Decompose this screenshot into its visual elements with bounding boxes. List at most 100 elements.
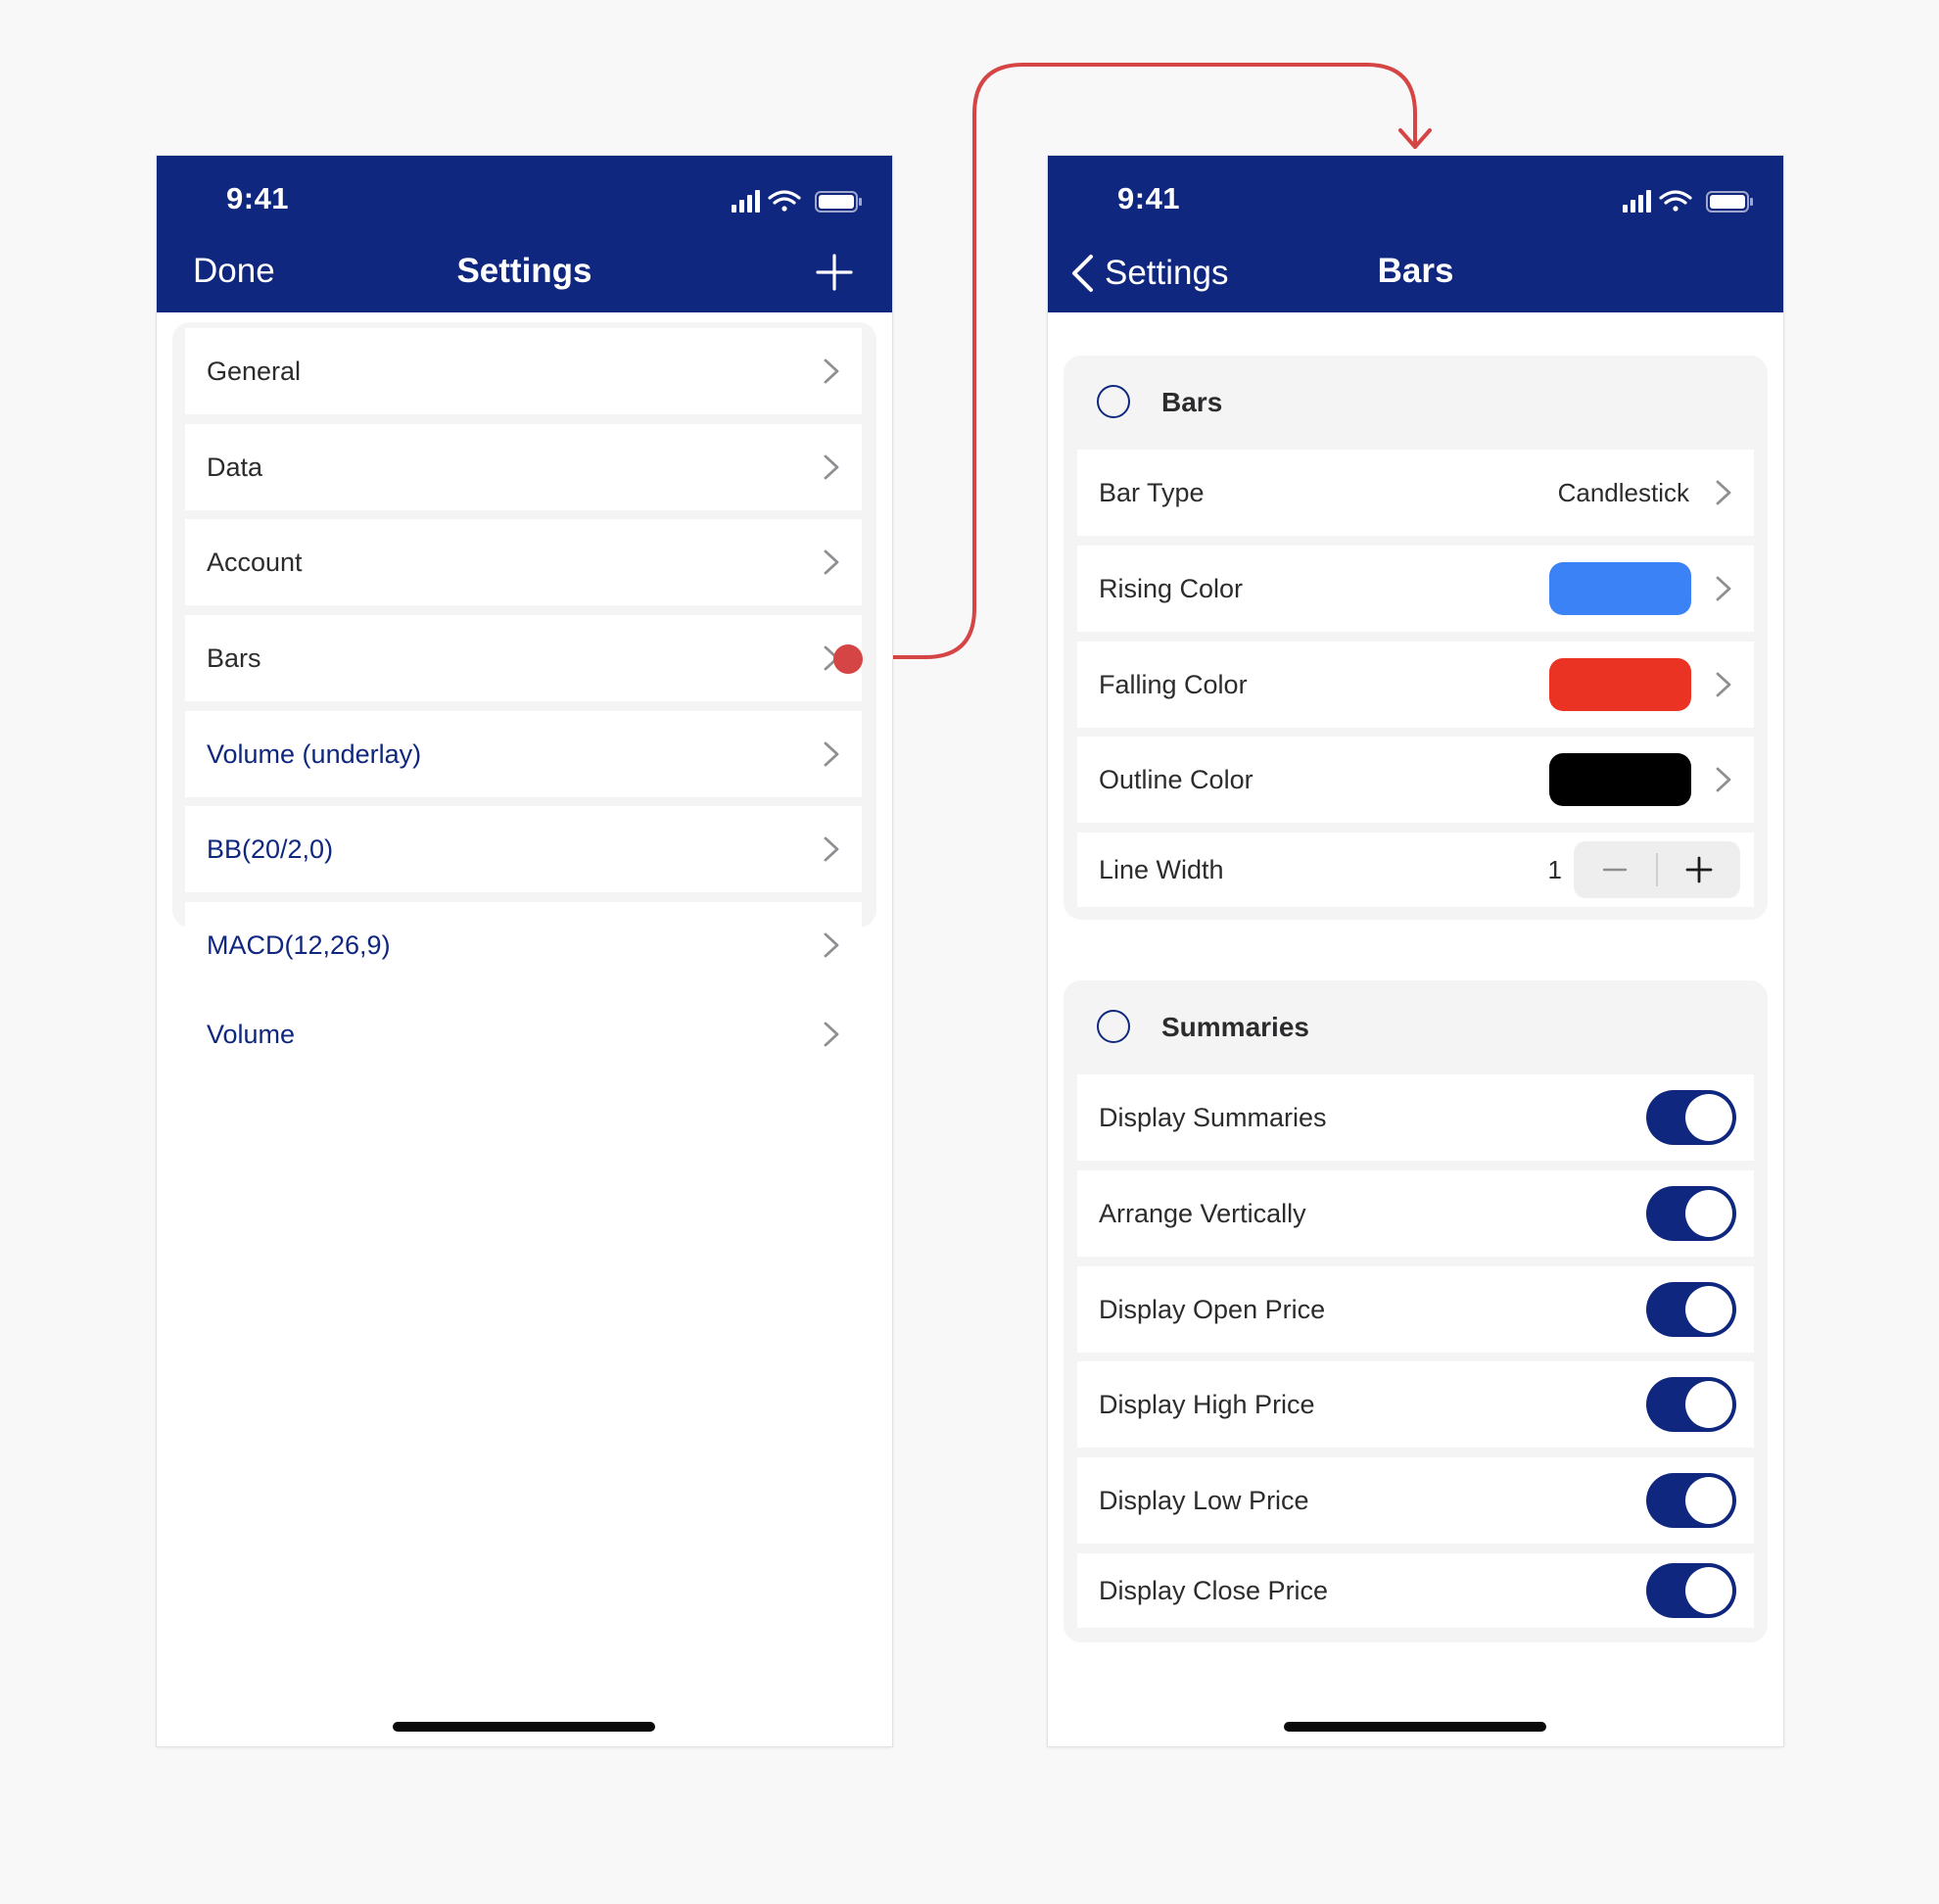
signal-icon xyxy=(1623,190,1651,213)
settings-item-label: General xyxy=(207,357,302,386)
add-button[interactable] xyxy=(816,254,853,296)
link-marker-dot xyxy=(833,644,863,674)
status-icons xyxy=(1623,189,1754,219)
home-indicator xyxy=(393,1722,655,1732)
chevron-right-icon xyxy=(824,836,839,862)
toggle-knob xyxy=(1685,1094,1732,1141)
plus-icon xyxy=(816,254,853,291)
section-header: Summaries xyxy=(1064,980,1768,1074)
row-label: Display Summaries xyxy=(1099,1103,1327,1132)
line-width-value: 1 xyxy=(1547,855,1562,884)
bar-type-row[interactable]: Bar Type Candlestick xyxy=(1077,450,1754,536)
display-open-price-toggle[interactable] xyxy=(1646,1282,1736,1337)
chevron-right-icon xyxy=(824,358,839,384)
toggle-knob xyxy=(1685,1190,1732,1237)
settings-item-label: Account xyxy=(207,547,303,577)
page-title: Settings xyxy=(456,252,592,290)
settings-item-bars[interactable]: Bars xyxy=(185,615,863,701)
chevron-right-icon xyxy=(824,932,839,958)
settings-item-label: MACD(12,26,9) xyxy=(207,930,391,960)
increment-button[interactable] xyxy=(1658,841,1740,898)
row-label: Bar Type xyxy=(1099,478,1205,507)
row-label: Line Width xyxy=(1099,855,1224,884)
minus-icon xyxy=(1602,868,1628,872)
section-title: Bars xyxy=(1161,387,1223,417)
chevron-right-icon xyxy=(824,549,839,575)
settings-item-account[interactable]: Account xyxy=(185,519,862,605)
toggle-row-display-close-price: Display Close Price xyxy=(1077,1553,1754,1628)
chevron-right-icon xyxy=(1716,767,1731,792)
bars-settings-screen: 9:41 Settings Bars Bars Bar Type Candles… xyxy=(1048,156,1783,1746)
settings-item-label: Bars xyxy=(207,643,261,673)
toggle-row-display-low-price: Display Low Price xyxy=(1077,1457,1754,1544)
plus-icon xyxy=(1685,856,1713,883)
settings-item-macd[interactable]: MACD(12,26,9) xyxy=(185,902,862,988)
outline-color-row[interactable]: Outline Color xyxy=(1077,737,1754,823)
line-width-row: Line Width 1 xyxy=(1077,833,1754,907)
status-time: 9:41 xyxy=(1117,181,1181,215)
summaries-section: Summaries Display Summaries Arrange Vert… xyxy=(1064,980,1768,1642)
display-high-price-toggle[interactable] xyxy=(1646,1377,1736,1432)
toggle-row-display-open-price: Display Open Price xyxy=(1077,1266,1754,1353)
toggle-knob xyxy=(1685,1477,1732,1524)
section-radio[interactable] xyxy=(1097,385,1130,418)
rising-color-swatch[interactable] xyxy=(1549,562,1691,615)
status-icons xyxy=(732,189,863,219)
outline-color-swatch[interactable] xyxy=(1549,753,1691,806)
chevron-right-icon xyxy=(824,454,839,480)
chevron-right-icon xyxy=(1716,576,1731,601)
section-header: Bars xyxy=(1064,356,1768,450)
home-indicator xyxy=(1284,1722,1546,1732)
toggle-row-display-summaries: Display Summaries xyxy=(1077,1074,1754,1161)
settings-item-data[interactable]: Data xyxy=(185,424,862,510)
decrement-button[interactable] xyxy=(1574,841,1656,898)
navigation-header: 9:41 Done Settings xyxy=(157,156,892,312)
arrange-vertically-toggle[interactable] xyxy=(1646,1186,1736,1241)
toggle-knob xyxy=(1685,1567,1732,1614)
settings-item-bb[interactable]: BB(20/2,0) xyxy=(185,806,862,892)
row-label: Display High Price xyxy=(1099,1390,1315,1419)
wifi-icon xyxy=(1659,190,1692,212)
row-label: Rising Color xyxy=(1099,574,1244,603)
bar-type-value: Candlestick xyxy=(1557,478,1689,507)
battery-icon xyxy=(815,191,862,213)
settings-screen: 9:41 Done Settings General Data Account … xyxy=(157,156,892,1746)
line-width-stepper xyxy=(1574,841,1740,898)
status-time: 9:41 xyxy=(226,181,290,215)
row-label: Outline Color xyxy=(1099,765,1253,794)
page-title: Bars xyxy=(1377,252,1454,290)
settings-item-label: Volume xyxy=(207,1020,296,1049)
display-summaries-toggle[interactable] xyxy=(1646,1090,1736,1145)
settings-item-volume[interactable]: Volume xyxy=(185,997,862,1071)
toggle-knob xyxy=(1685,1286,1732,1333)
row-label: Display Open Price xyxy=(1099,1295,1326,1324)
settings-item-general[interactable]: General xyxy=(185,328,862,414)
chevron-right-icon xyxy=(1716,672,1731,697)
section-title: Summaries xyxy=(1161,1012,1309,1042)
display-low-price-toggle[interactable] xyxy=(1646,1473,1736,1528)
settings-item-volume-underlay[interactable]: Volume (underlay) xyxy=(185,711,862,797)
settings-item-label: Volume (underlay) xyxy=(207,739,422,769)
chevron-right-icon xyxy=(1716,480,1731,505)
bars-section: Bars Bar Type Candlestick Rising Color F… xyxy=(1064,356,1768,920)
row-label: Display Low Price xyxy=(1099,1486,1309,1515)
toggle-knob xyxy=(1685,1381,1732,1428)
section-radio[interactable] xyxy=(1097,1010,1130,1043)
toggle-row-arrange-vertically: Arrange Vertically xyxy=(1077,1170,1754,1257)
battery-icon xyxy=(1706,191,1753,213)
navigation-header: 9:41 Settings Bars xyxy=(1048,156,1783,312)
row-label: Arrange Vertically xyxy=(1099,1199,1306,1228)
falling-color-row[interactable]: Falling Color xyxy=(1077,642,1754,728)
chevron-right-icon xyxy=(824,741,839,767)
toggle-row-display-high-price: Display High Price xyxy=(1077,1361,1754,1448)
settings-item-label: Data xyxy=(207,452,263,482)
display-close-price-toggle[interactable] xyxy=(1646,1563,1736,1618)
row-label: Display Close Price xyxy=(1099,1576,1329,1605)
wifi-icon xyxy=(768,190,801,212)
chevron-right-icon xyxy=(824,1022,839,1047)
falling-color-swatch[interactable] xyxy=(1549,658,1691,711)
settings-item-label: BB(20/2,0) xyxy=(207,834,334,864)
signal-icon xyxy=(732,190,760,213)
rising-color-row[interactable]: Rising Color xyxy=(1077,546,1754,632)
row-label: Falling Color xyxy=(1099,670,1248,699)
